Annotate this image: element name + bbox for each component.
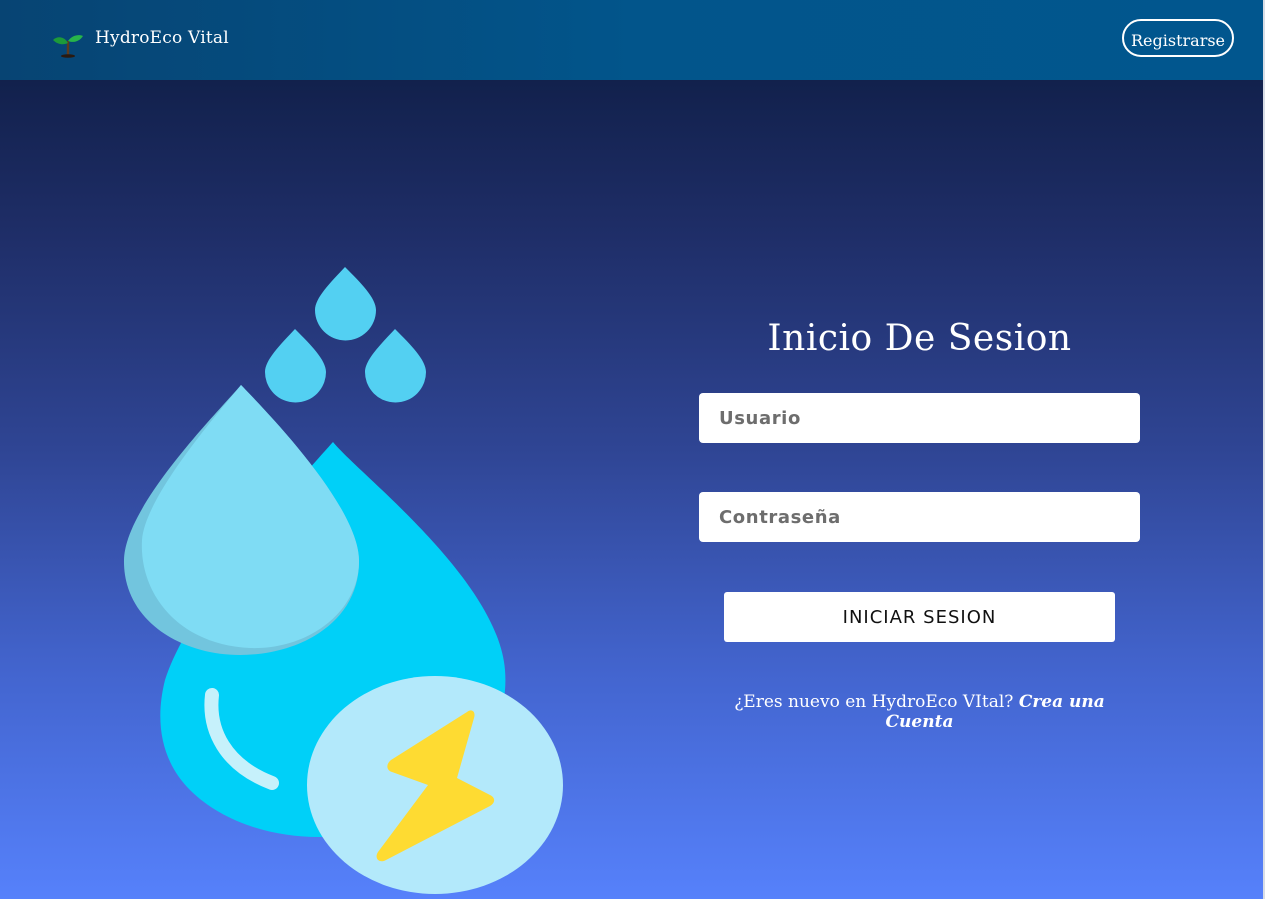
signup-prompt: ¿Eres nuevo en HydroEco VItal? — [734, 692, 1014, 712]
small-drop-right — [365, 329, 426, 403]
water-drops-energy-icon — [123, 267, 563, 894]
small-drop-top — [315, 267, 376, 341]
navbar: HydroEco Vital Registrarse — [0, 0, 1263, 80]
seedling-icon — [53, 35, 83, 58]
login-button[interactable]: INICIAR SESION — [724, 592, 1115, 642]
signup-prompt-row: ¿Eres nuevo en HydroEco VItal? Crea una … — [699, 692, 1140, 732]
password-input[interactable] — [699, 492, 1140, 542]
brand[interactable]: HydroEco Vital — [52, 26, 229, 58]
login-page: HydroEco Vital Registrarse Inicio De Ses… — [0, 0, 1265, 899]
username-input[interactable] — [699, 393, 1140, 443]
light-drop — [141, 385, 360, 649]
register-button[interactable]: Registrarse — [1122, 19, 1234, 57]
page-title: Inicio De Sesion — [767, 318, 1072, 359]
brand-name: HydroEco Vital — [95, 28, 229, 48]
small-drop-left — [265, 329, 326, 403]
